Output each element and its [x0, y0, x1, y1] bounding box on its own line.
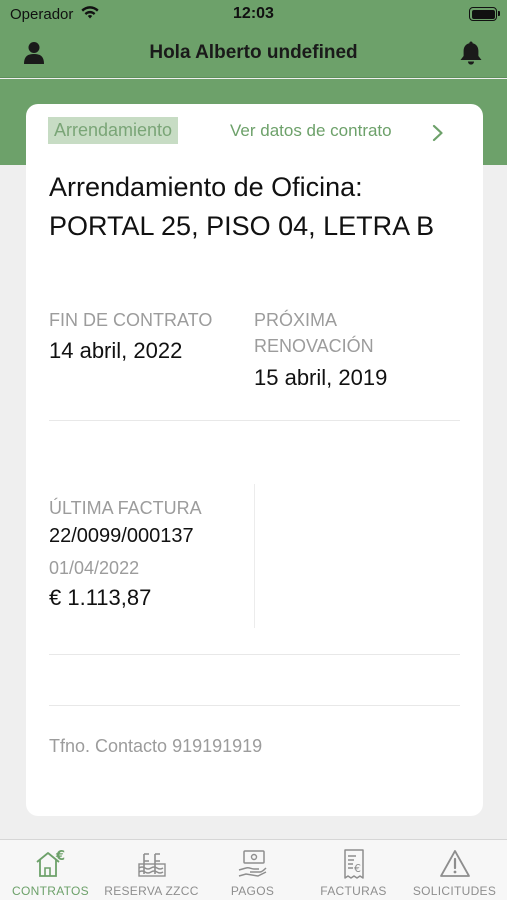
tab-bar: € CONTRATOS RESERVA ZZCC PAGOS € FACTURA… [0, 839, 507, 900]
svg-text:€: € [354, 862, 361, 875]
next-renewal-value: 15 abril, 2019 [254, 365, 388, 390]
divider [49, 420, 460, 421]
warning-icon [439, 850, 470, 877]
bell-icon[interactable] [459, 40, 483, 66]
vertical-divider [254, 484, 255, 628]
house-euro-icon: € [35, 849, 65, 877]
contract-type-badge: Arrendamiento [48, 117, 179, 144]
invoice-amount: € 1.113,87 [49, 585, 152, 610]
view-contract-link[interactable]: Ver datos de contrato [230, 121, 392, 141]
invoice-euro-icon: € [343, 849, 364, 879]
tab-pagos[interactable]: PAGOS [202, 840, 303, 900]
pool-icon [137, 853, 166, 877]
tab-reserva-zzcc[interactable]: RESERVA ZZCC [101, 840, 202, 900]
contract-end-value: 14 abril, 2022 [49, 338, 183, 363]
chevron-right-icon[interactable] [432, 124, 444, 142]
contract-end-label: FIN DE CONTRATO [49, 310, 213, 330]
invoice-number: 22/0099/000137 [49, 525, 194, 547]
tab-contratos[interactable]: € CONTRATOS [0, 840, 101, 900]
battery-icon [469, 7, 500, 21]
tab-facturas[interactable]: € FACTURAS [303, 840, 404, 900]
divider [49, 654, 460, 655]
next-renewal-label: PRÓXIMA RENOVACIÓN [254, 310, 374, 356]
contract-card: Arrendamiento Ver datos de contrato Arre… [26, 104, 483, 816]
contact-phone: Tfno. Contacto 919191919 [49, 736, 263, 756]
page-title: Hola Alberto undefined [149, 42, 358, 63]
nav-bar: Hola Alberto undefined [0, 30, 507, 78]
tab-label: CONTRATOS [12, 884, 89, 898]
last-invoice-label: ÚLTIMA FACTURA [49, 498, 202, 518]
svg-text:€: € [55, 849, 65, 864]
tab-label: SOLICITUDES [412, 884, 497, 898]
status-bar: Operador 12:03 [0, 0, 507, 30]
tab-label: RESERVA ZZCC [104, 884, 199, 898]
divider [49, 705, 460, 706]
tab-label: FACTURAS [320, 884, 387, 898]
clock: 12:03 [233, 5, 274, 22]
invoice-date: 01/04/2022 [49, 558, 140, 578]
hand-money-icon [238, 850, 267, 877]
tab-label: PAGOS [230, 884, 275, 898]
contract-title: Arrendamiento de Oficina: PORTAL 25, PIS… [49, 172, 435, 241]
tab-solicitudes[interactable]: SOLICITUDES [404, 840, 505, 900]
